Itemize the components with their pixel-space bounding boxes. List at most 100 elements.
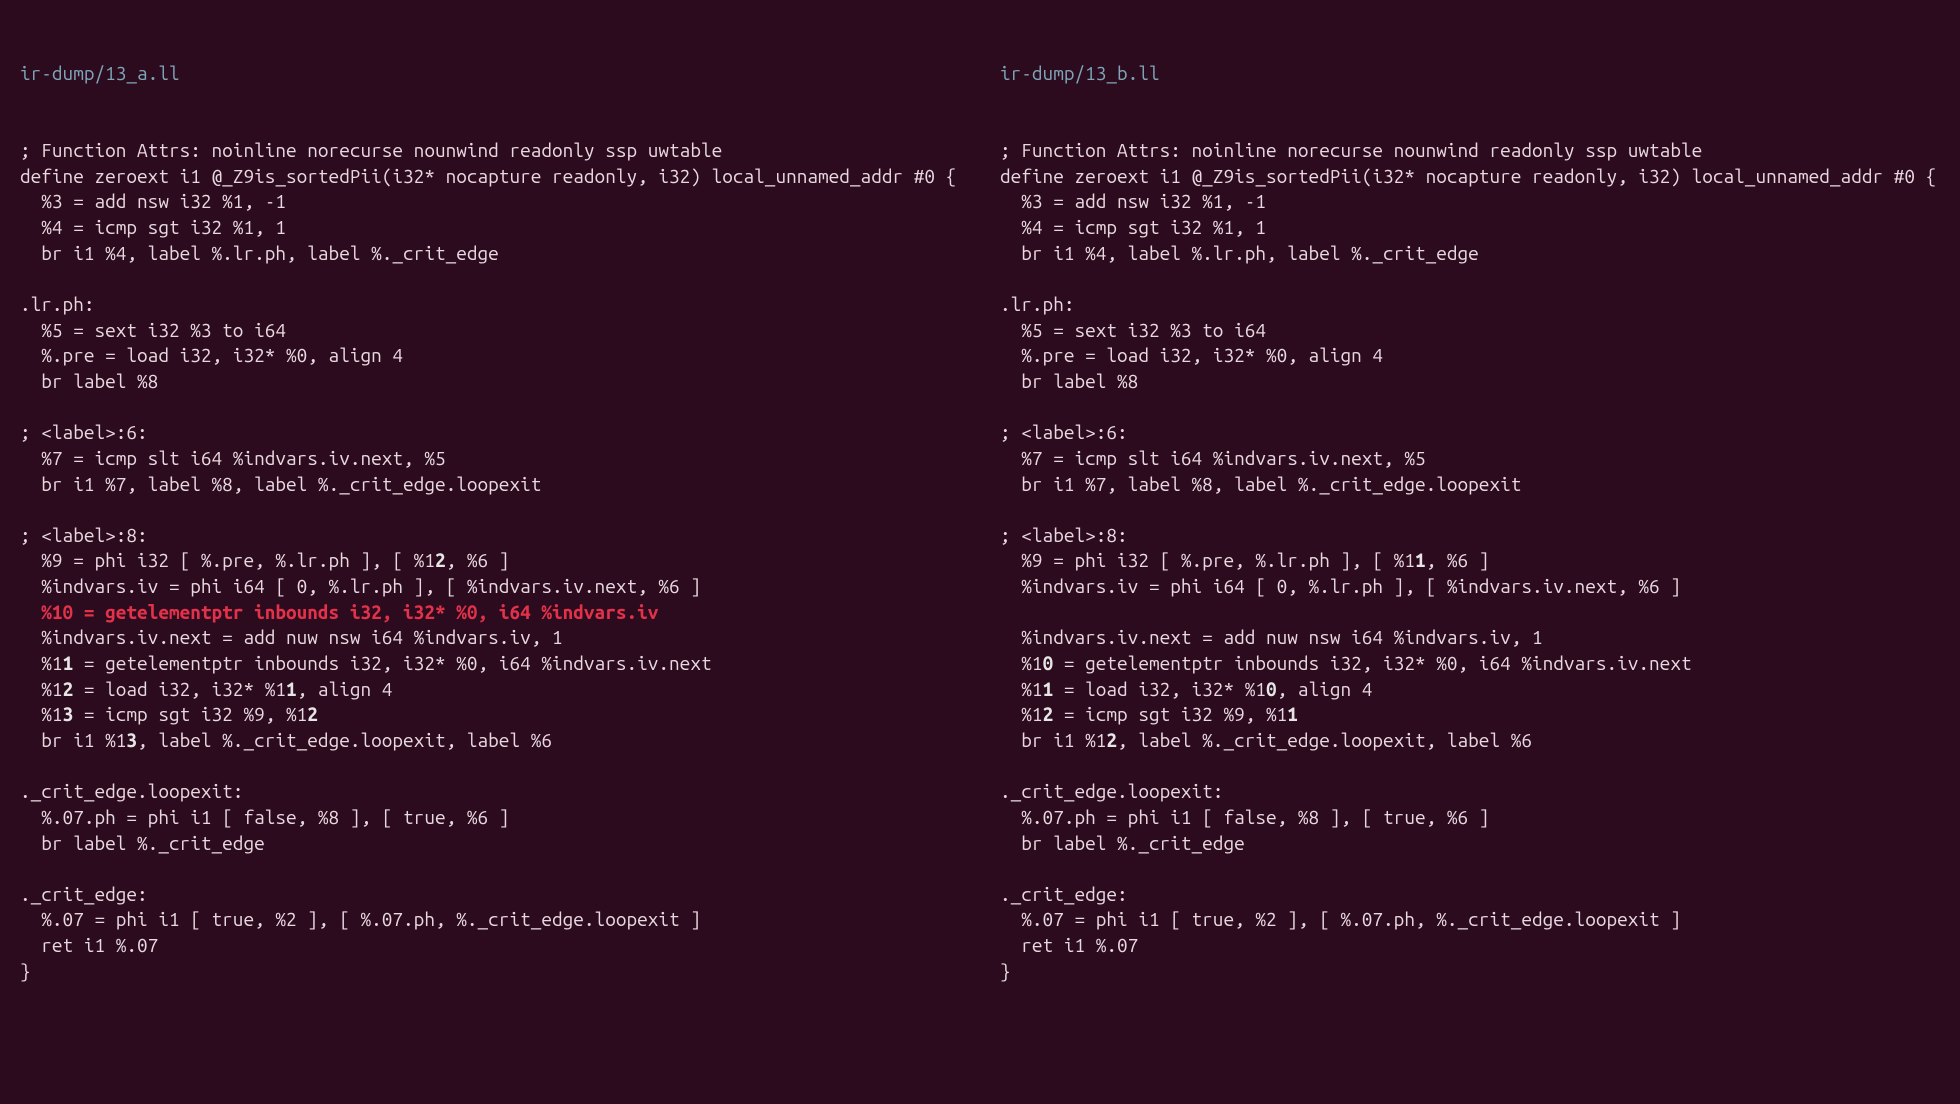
code-line: %.07.ph = phi i1 [ false, %8 ], [ true, … xyxy=(20,805,960,831)
code-line: %indvars.iv = phi i64 [ 0, %.lr.ph ], [ … xyxy=(1000,574,1940,600)
code-text: %indvars.iv.next = add nuw nsw i64 %indv… xyxy=(20,626,563,648)
code-line: %7 = icmp slt i64 %indvars.iv.next, %5 xyxy=(1000,446,1940,472)
code-text: , align 4 xyxy=(297,678,393,700)
code-line: %.pre = load i32, i32* %0, align 4 xyxy=(20,343,960,369)
code-line: br label %8 xyxy=(20,369,960,395)
code-line xyxy=(1000,497,1940,523)
code-text: ._crit_edge.loopexit: xyxy=(1000,780,1223,802)
inline-change-text: 1 xyxy=(1287,703,1298,725)
code-text: %.07 = phi i1 [ true, %2 ], [ %.07.ph, %… xyxy=(20,908,701,930)
inline-change-text: 2 xyxy=(1106,729,1117,751)
code-line xyxy=(20,856,960,882)
code-text: %.pre = load i32, i32* %0, align 4 xyxy=(1000,344,1383,366)
code-text: } xyxy=(20,960,31,982)
code-line: %10 = getelementptr inbounds i32, i32* %… xyxy=(20,600,960,626)
code-line: %12 = load i32, i32* %11, align 4 xyxy=(20,677,960,703)
inline-change-text: 3 xyxy=(63,703,74,725)
code-text: ret i1 %.07 xyxy=(20,934,158,956)
code-text: %indvars.iv = phi i64 [ 0, %.lr.ph ], [ … xyxy=(20,575,701,597)
code-text: %9 = phi i32 [ %.pre, %.lr.ph ], [ %1 xyxy=(20,549,435,571)
code-line: br i1 %12, label %._crit_edge.loopexit, … xyxy=(1000,728,1940,754)
code-text: %1 xyxy=(20,703,63,725)
code-line xyxy=(20,754,960,780)
code-text: ; <label>:6: xyxy=(20,421,148,443)
code-text: ; <label>:8: xyxy=(20,524,148,546)
code-line: ; Function Attrs: noinline norecurse nou… xyxy=(1000,138,1940,164)
inline-change-text: 0 xyxy=(1266,678,1277,700)
code-text: %5 = sext i32 %3 to i64 xyxy=(20,319,286,341)
code-line: %indvars.iv.next = add nuw nsw i64 %indv… xyxy=(1000,625,1940,651)
code-text: %9 = phi i32 [ %.pre, %.lr.ph ], [ %1 xyxy=(1000,549,1415,571)
left-file-title: ir-dump/13_a.ll xyxy=(20,61,960,87)
code-text: .lr.ph: xyxy=(20,293,94,315)
code-line: } xyxy=(20,959,960,985)
code-line: %3 = add nsw i32 %1, -1 xyxy=(1000,189,1940,215)
code-line: %.07.ph = phi i1 [ false, %8 ], [ true, … xyxy=(1000,805,1940,831)
code-text: ; <label>:6: xyxy=(1000,421,1128,443)
inline-change-text: 1 xyxy=(1043,678,1054,700)
code-line: %.07 = phi i1 [ true, %2 ], [ %.07.ph, %… xyxy=(20,907,960,933)
code-line: %11 = load i32, i32* %10, align 4 xyxy=(1000,677,1940,703)
deleted-line-text: %10 = getelementptr inbounds i32, i32* %… xyxy=(20,601,658,623)
code-line: br i1 %4, label %.lr.ph, label %._crit_e… xyxy=(1000,241,1940,267)
code-text: br label %._crit_edge xyxy=(20,832,265,854)
code-text: %.pre = load i32, i32* %0, align 4 xyxy=(20,344,403,366)
right-file-title: ir-dump/13_b.ll xyxy=(1000,61,1940,87)
code-line: %4 = icmp sgt i32 %1, 1 xyxy=(20,215,960,241)
code-line: %9 = phi i32 [ %.pre, %.lr.ph ], [ %12, … xyxy=(20,548,960,574)
code-text: br label %8 xyxy=(20,370,158,392)
code-text: %3 = add nsw i32 %1, -1 xyxy=(20,190,286,212)
code-line: ret i1 %.07 xyxy=(1000,933,1940,959)
inline-change-text: 2 xyxy=(307,703,318,725)
code-text: br label %8 xyxy=(1000,370,1138,392)
code-text: } xyxy=(1000,960,1011,982)
code-line: ; <label>:6: xyxy=(20,420,960,446)
code-text: br label %._crit_edge xyxy=(1000,832,1245,854)
code-text: = getelementptr inbounds i32, i32* %0, i… xyxy=(1053,652,1691,674)
code-line: br i1 %4, label %.lr.ph, label %._crit_e… xyxy=(20,241,960,267)
code-text: , label %._crit_edge.loopexit, label %6 xyxy=(1117,729,1532,751)
code-text: ._crit_edge: xyxy=(20,883,148,905)
code-text: %4 = icmp sgt i32 %1, 1 xyxy=(1000,216,1266,238)
code-text: ret i1 %.07 xyxy=(1000,934,1138,956)
inline-change-text: 0 xyxy=(1043,652,1054,674)
code-line: %7 = icmp slt i64 %indvars.iv.next, %5 xyxy=(20,446,960,472)
code-text: , %6 ] xyxy=(1426,549,1490,571)
code-line: ._crit_edge: xyxy=(1000,882,1940,908)
code-text: %.07 = phi i1 [ true, %2 ], [ %.07.ph, %… xyxy=(1000,908,1681,930)
code-line: br label %._crit_edge xyxy=(1000,831,1940,857)
code-text: define zeroext i1 @_Z9is_sortedPii(i32* … xyxy=(1000,165,1936,187)
code-line: %4 = icmp sgt i32 %1, 1 xyxy=(1000,215,1940,241)
code-line xyxy=(20,266,960,292)
code-text: ; <label>:8: xyxy=(1000,524,1128,546)
code-line xyxy=(20,497,960,523)
code-text: = icmp sgt i32 %9, %1 xyxy=(1053,703,1287,725)
left-code-body: ; Function Attrs: noinline norecurse nou… xyxy=(20,138,960,984)
code-text: %1 xyxy=(20,678,63,700)
code-text: %3 = add nsw i32 %1, -1 xyxy=(1000,190,1266,212)
code-line: %13 = icmp sgt i32 %9, %12 xyxy=(20,702,960,728)
code-text: %1 xyxy=(1000,678,1043,700)
code-text: %4 = icmp sgt i32 %1, 1 xyxy=(20,216,286,238)
code-text: .lr.ph: xyxy=(1000,293,1074,315)
code-text: br i1 %4, label %.lr.ph, label %._crit_e… xyxy=(1000,242,1479,264)
code-line: %indvars.iv.next = add nuw nsw i64 %indv… xyxy=(20,625,960,651)
code-text: %1 xyxy=(20,652,63,674)
inline-change-text: 2 xyxy=(1043,703,1054,725)
code-line xyxy=(1000,754,1940,780)
code-text: %indvars.iv = phi i64 [ 0, %.lr.ph ], [ … xyxy=(1000,575,1681,597)
code-line: define zeroext i1 @_Z9is_sortedPii(i32* … xyxy=(20,164,960,190)
code-text: ._crit_edge.loopexit: xyxy=(20,780,243,802)
diff-two-pane: ir-dump/13_a.ll ; Function Attrs: noinli… xyxy=(0,0,1960,1046)
inline-change-text: 3 xyxy=(126,729,137,751)
code-line: %indvars.iv = phi i64 [ 0, %.lr.ph ], [ … xyxy=(20,574,960,600)
code-line: %5 = sext i32 %3 to i64 xyxy=(20,318,960,344)
code-text: , align 4 xyxy=(1277,678,1373,700)
code-text: ._crit_edge: xyxy=(1000,883,1128,905)
code-text: %5 = sext i32 %3 to i64 xyxy=(1000,319,1266,341)
right-code-body: ; Function Attrs: noinline norecurse nou… xyxy=(1000,138,1940,984)
code-line: br label %8 xyxy=(1000,369,1940,395)
code-line: %5 = sext i32 %3 to i64 xyxy=(1000,318,1940,344)
code-text: = load i32, i32* %1 xyxy=(1053,678,1266,700)
code-text: %7 = icmp slt i64 %indvars.iv.next, %5 xyxy=(20,447,446,469)
